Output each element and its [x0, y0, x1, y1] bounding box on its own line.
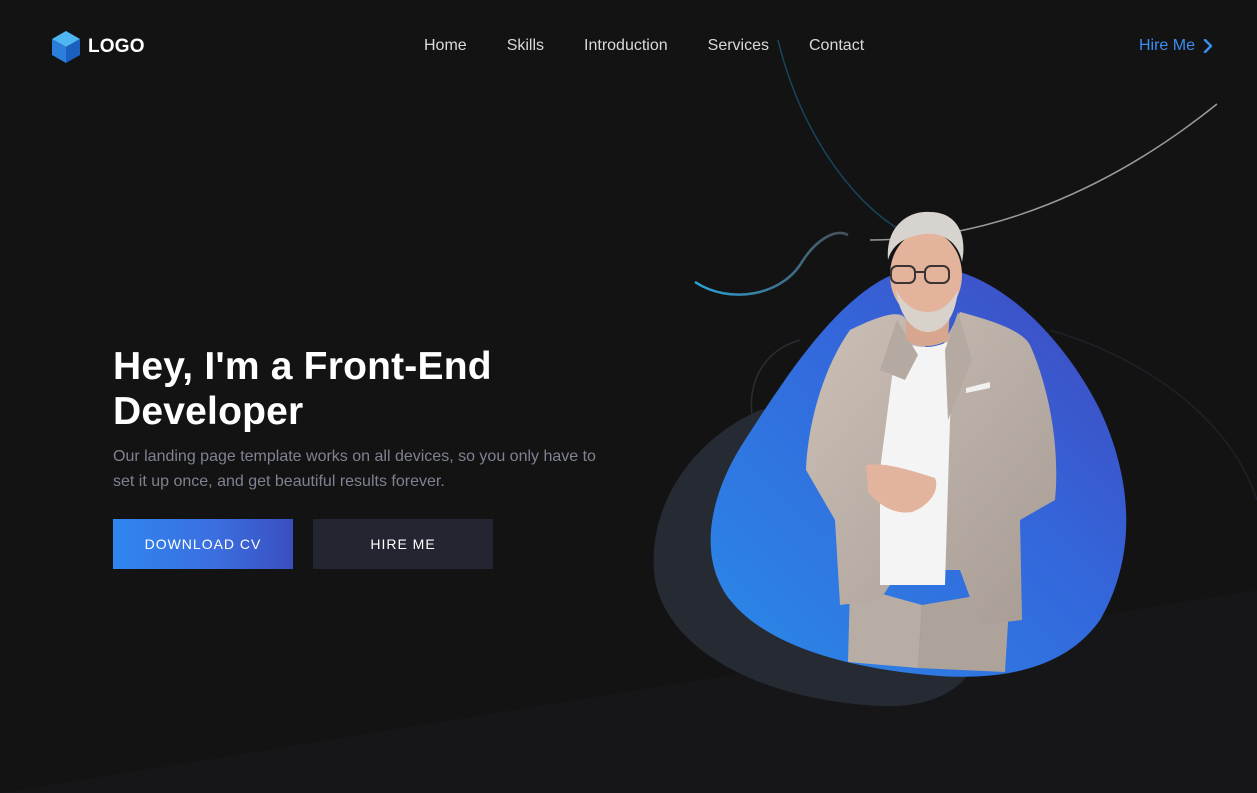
nav-home[interactable]: Home: [424, 37, 467, 55]
hire-me-button[interactable]: HIRE ME: [313, 519, 493, 569]
brand-logo[interactable]: LOGO: [51, 30, 145, 64]
hire-me-link[interactable]: Hire Me: [1139, 37, 1214, 55]
decor-curve-blue: [694, 231, 849, 296]
chevron-right-icon: [1203, 39, 1213, 53]
hero-section: Hey, I'm a Front-End Developer Our landi…: [113, 344, 633, 494]
hero-title: Hey, I'm a Front-End Developer: [113, 344, 633, 434]
hire-me-link-label: Hire Me: [1138, 37, 1195, 54]
hero-buttons: DOWNLOAD CV HIRE ME: [113, 519, 493, 569]
hero-title-line1: Hey, I'm a Front-End: [113, 345, 492, 388]
cube-icon: [52, 31, 80, 63]
main-nav: Home Skills Introduction Services Contac…: [424, 37, 864, 55]
hero-title-line2: Developer: [113, 390, 304, 433]
nav-introduction[interactable]: Introduction: [584, 37, 668, 55]
logo-text: LOGO: [88, 36, 145, 57]
hero-subtitle: Our landing page template works on all d…: [113, 448, 596, 490]
site-header: LOGO Home Skills Introduction Services C…: [0, 0, 1257, 95]
download-cv-button[interactable]: DOWNLOAD CV: [113, 519, 293, 569]
nav-contact[interactable]: Contact: [809, 37, 864, 55]
landing-page: LOGO Home Skills Introduction Services C…: [0, 0, 1257, 793]
nav-services[interactable]: Services: [708, 37, 769, 55]
nav-skills[interactable]: Skills: [507, 37, 544, 55]
